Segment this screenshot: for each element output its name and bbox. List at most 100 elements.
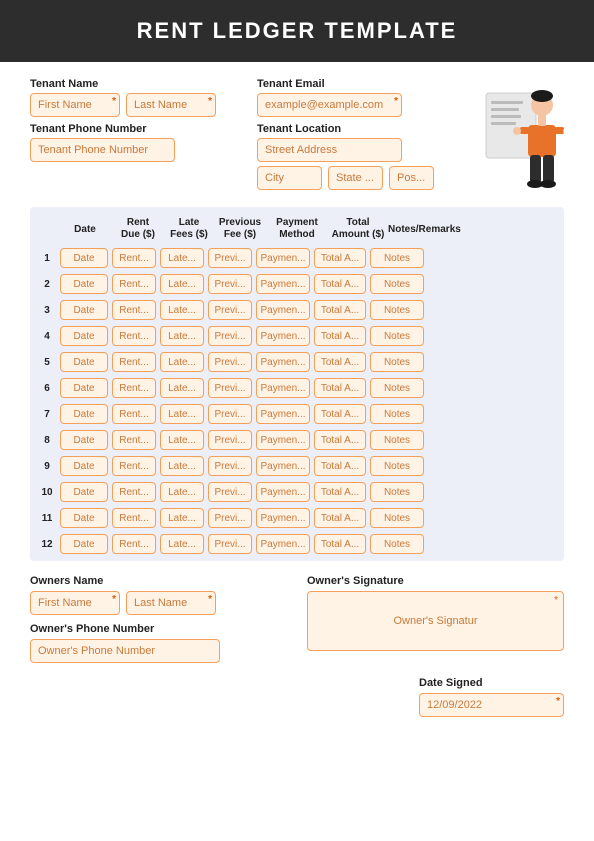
row-method-cell[interactable]: Paymen... xyxy=(256,378,310,398)
row-rent-cell[interactable]: Rent... xyxy=(112,508,156,528)
owner-last-name-field[interactable]: Last Name * xyxy=(126,591,216,615)
row-rent-cell[interactable]: Rent... xyxy=(112,534,156,554)
row-notes-cell[interactable]: Notes xyxy=(370,274,424,294)
row-date-cell[interactable]: Date xyxy=(60,430,108,450)
tenant-last-name-field[interactable]: Last Name * xyxy=(126,93,216,117)
row-late-cell[interactable]: Late... xyxy=(160,430,204,450)
row-late-cell[interactable]: Late... xyxy=(160,508,204,528)
row-total-cell[interactable]: Total A... xyxy=(314,482,366,502)
row-rent-cell[interactable]: Rent... xyxy=(112,430,156,450)
row-date-cell[interactable]: Date xyxy=(60,352,108,372)
row-date-cell[interactable]: Date xyxy=(60,456,108,476)
row-rent-cell[interactable]: Rent... xyxy=(112,300,156,320)
row-date-cell[interactable]: Date xyxy=(60,534,108,554)
row-prev-cell[interactable]: Previ... xyxy=(208,274,252,294)
row-rent-cell[interactable]: Rent... xyxy=(112,352,156,372)
row-method-cell[interactable]: Paymen... xyxy=(256,430,310,450)
row-rent-cell[interactable]: Rent... xyxy=(112,378,156,398)
row-notes-cell[interactable]: Notes xyxy=(370,508,424,528)
row-date-cell[interactable]: Date xyxy=(60,274,108,294)
row-total-cell[interactable]: Total A... xyxy=(314,326,366,346)
row-total-cell[interactable]: Total A... xyxy=(314,352,366,372)
row-prev-cell[interactable]: Previ... xyxy=(208,456,252,476)
row-rent-cell[interactable]: Rent... xyxy=(112,326,156,346)
row-prev-cell[interactable]: Previ... xyxy=(208,482,252,502)
tenant-state-field[interactable]: State ... xyxy=(328,166,383,190)
row-notes-cell[interactable]: Notes xyxy=(370,300,424,320)
row-late-cell[interactable]: Late... xyxy=(160,482,204,502)
row-total-cell[interactable]: Total A... xyxy=(314,274,366,294)
row-date-cell[interactable]: Date xyxy=(60,482,108,502)
tenant-city-field[interactable]: City xyxy=(257,166,322,190)
row-rent-cell[interactable]: Rent... xyxy=(112,248,156,268)
row-method-cell[interactable]: Paymen... xyxy=(256,274,310,294)
tenant-pos-field[interactable]: Pos... xyxy=(389,166,434,190)
row-notes-cell[interactable]: Notes xyxy=(370,482,424,502)
row-prev-cell[interactable]: Previ... xyxy=(208,534,252,554)
tenant-form-fields: Tenant Name First Name * Last Name * xyxy=(30,78,464,190)
row-notes-cell[interactable]: Notes xyxy=(370,248,424,268)
row-prev-cell[interactable]: Previ... xyxy=(208,352,252,372)
row-method-cell[interactable]: Paymen... xyxy=(256,326,310,346)
row-notes-cell[interactable]: Notes xyxy=(370,534,424,554)
row-method-cell[interactable]: Paymen... xyxy=(256,482,310,502)
row-late-cell[interactable]: Late... xyxy=(160,300,204,320)
row-late-cell[interactable]: Late... xyxy=(160,274,204,294)
row-rent-cell[interactable]: Rent... xyxy=(112,456,156,476)
table-row: 3 Date Rent... Late... Previ... Paymen..… xyxy=(34,297,560,323)
row-prev-cell[interactable]: Previ... xyxy=(208,404,252,424)
row-late-cell[interactable]: Late... xyxy=(160,534,204,554)
row-late-cell[interactable]: Late... xyxy=(160,352,204,372)
row-method-cell[interactable]: Paymen... xyxy=(256,352,310,372)
top-section: Tenant Name First Name * Last Name * xyxy=(30,78,564,193)
row-prev-cell[interactable]: Previ... xyxy=(208,430,252,450)
row-total-cell[interactable]: Total A... xyxy=(314,404,366,424)
row-late-cell[interactable]: Late... xyxy=(160,404,204,424)
row-method-cell[interactable]: Paymen... xyxy=(256,404,310,424)
row-notes-cell[interactable]: Notes xyxy=(370,326,424,346)
row-method-cell[interactable]: Paymen... xyxy=(256,534,310,554)
row-date-cell[interactable]: Date xyxy=(60,508,108,528)
row-notes-cell[interactable]: Notes xyxy=(370,378,424,398)
row-notes-cell[interactable]: Notes xyxy=(370,352,424,372)
row-method-cell[interactable]: Paymen... xyxy=(256,456,310,476)
row-notes-cell[interactable]: Notes xyxy=(370,404,424,424)
tenant-email-field[interactable]: example@example.com * xyxy=(257,93,402,117)
tenant-first-name-field[interactable]: First Name * xyxy=(30,93,120,117)
row-total-cell[interactable]: Total A... xyxy=(314,378,366,398)
row-date-cell[interactable]: Date xyxy=(60,248,108,268)
row-rent-cell[interactable]: Rent... xyxy=(112,404,156,424)
row-total-cell[interactable]: Total A... xyxy=(314,248,366,268)
date-signed-field[interactable]: 12/09/2022 * xyxy=(419,693,564,717)
owner-first-name-field[interactable]: First Name * xyxy=(30,591,120,615)
row-late-cell[interactable]: Late... xyxy=(160,248,204,268)
row-date-cell[interactable]: Date xyxy=(60,300,108,320)
row-date-cell[interactable]: Date xyxy=(60,404,108,424)
tenant-phone-field[interactable]: Tenant Phone Number xyxy=(30,138,175,162)
row-late-cell[interactable]: Late... xyxy=(160,456,204,476)
row-method-cell[interactable]: Paymen... xyxy=(256,300,310,320)
row-notes-cell[interactable]: Notes xyxy=(370,456,424,476)
row-method-cell[interactable]: Paymen... xyxy=(256,248,310,268)
row-total-cell[interactable]: Total A... xyxy=(314,300,366,320)
row-total-cell[interactable]: Total A... xyxy=(314,508,366,528)
row-prev-cell[interactable]: Previ... xyxy=(208,378,252,398)
row-prev-cell[interactable]: Previ... xyxy=(208,248,252,268)
owner-signature-box[interactable]: Owner's Signatur * xyxy=(307,591,564,651)
row-method-cell[interactable]: Paymen... xyxy=(256,508,310,528)
row-late-cell[interactable]: Late... xyxy=(160,326,204,346)
tenant-street-field[interactable]: Street Address xyxy=(257,138,402,162)
row-late-cell[interactable]: Late... xyxy=(160,378,204,398)
row-total-cell[interactable]: Total A... xyxy=(314,534,366,554)
row-rent-cell[interactable]: Rent... xyxy=(112,482,156,502)
owner-phone-field[interactable]: Owner's Phone Number xyxy=(30,639,220,663)
row-rent-cell[interactable]: Rent... xyxy=(112,274,156,294)
row-prev-cell[interactable]: Previ... xyxy=(208,326,252,346)
row-prev-cell[interactable]: Previ... xyxy=(208,300,252,320)
row-date-cell[interactable]: Date xyxy=(60,326,108,346)
row-notes-cell[interactable]: Notes xyxy=(370,430,424,450)
row-total-cell[interactable]: Total A... xyxy=(314,456,366,476)
row-total-cell[interactable]: Total A... xyxy=(314,430,366,450)
row-prev-cell[interactable]: Previ... xyxy=(208,508,252,528)
row-date-cell[interactable]: Date xyxy=(60,378,108,398)
